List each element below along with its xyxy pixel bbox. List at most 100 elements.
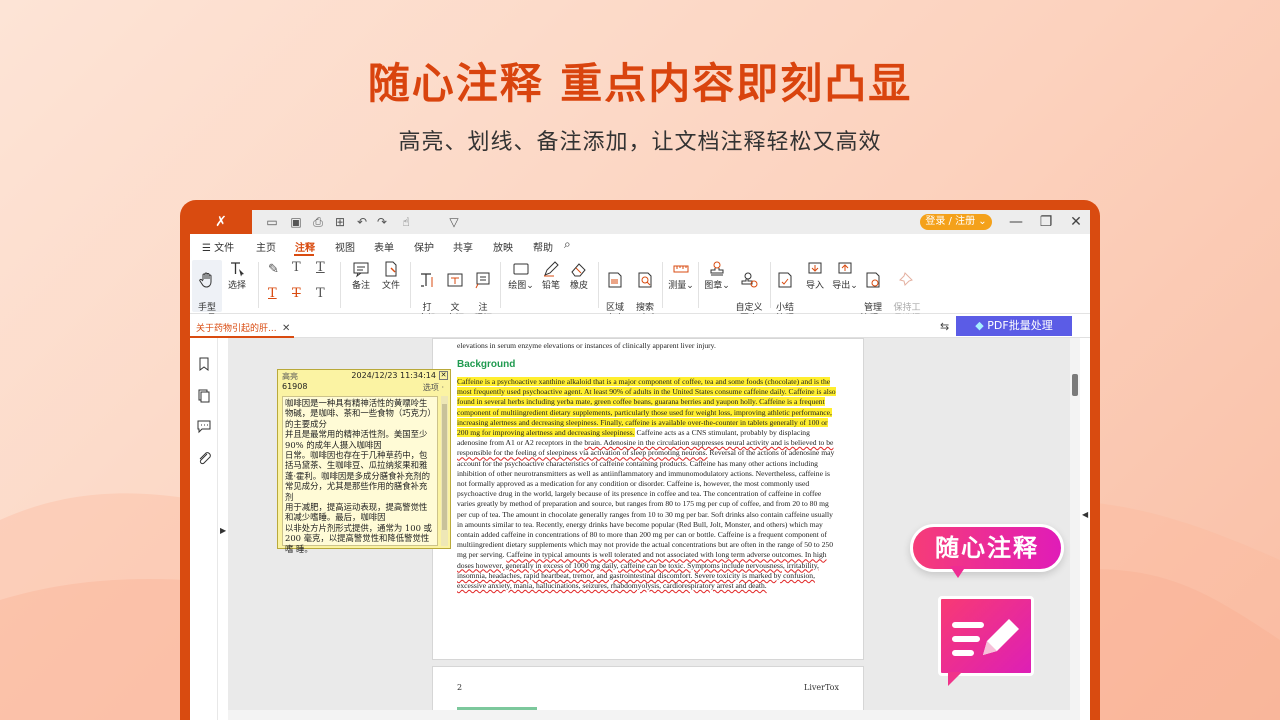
select-button[interactable]: 选择 — [222, 260, 252, 292]
print-icon[interactable]: ⎙ — [310, 214, 326, 230]
measure-button[interactable]: 测量⌄ — [666, 260, 696, 292]
open-folder-icon[interactable]: ▭ — [264, 214, 280, 230]
menu-view[interactable]: 视图 — [335, 239, 355, 254]
attachment-icon[interactable] — [196, 450, 212, 466]
note-icon — [352, 260, 370, 278]
vertical-scrollbar[interactable] — [1070, 338, 1080, 720]
import-label: 导入 — [806, 281, 824, 291]
stamp-button[interactable]: 图章⌄ — [702, 260, 732, 292]
import-icon — [806, 260, 824, 278]
text-squiggly-icon[interactable]: T — [268, 286, 277, 301]
hand-tool-button[interactable]: 手型 工具 — [192, 260, 222, 312]
note-author: 61908 — [282, 382, 307, 391]
redo-icon[interactable]: ↷ — [374, 214, 390, 230]
save-icon[interactable]: ▣ — [288, 214, 304, 230]
manage-icon — [864, 271, 882, 289]
measure-label: 测量 — [668, 281, 686, 291]
export-button[interactable]: 导出⌄ — [830, 260, 860, 292]
layout-toggle-icon[interactable]: ⇆ — [940, 320, 949, 333]
page-journal: LiverTox — [804, 683, 839, 692]
menu-form[interactable]: 表单 — [374, 239, 394, 254]
pages-icon[interactable] — [196, 388, 212, 404]
note-scroll-thumb[interactable] — [442, 404, 447, 530]
draw-button[interactable]: 绘图⌄ — [506, 260, 536, 292]
ribbon-separator — [500, 262, 501, 308]
note-button[interactable]: 备注 — [346, 260, 376, 292]
search-highlight-icon — [636, 271, 654, 289]
doc-body[interactable]: Caffeine is a psychoactive xanthine alka… — [457, 377, 837, 657]
bookmark-icon[interactable] — [196, 356, 212, 372]
menu-share[interactable]: 共享 — [453, 239, 473, 254]
textbox-icon — [446, 271, 464, 289]
menu-annotate[interactable]: 注释 — [295, 239, 315, 254]
note-body[interactable]: 咖啡因是一种具有精神活性的黄嘌呤生物碱，是咖啡、茶和一些食物（巧克力）的主要成分… — [282, 396, 438, 546]
eraser-button[interactable]: 橡皮 — [564, 260, 594, 292]
text-strikeout-icon[interactable]: T — [292, 286, 301, 301]
import-button[interactable]: 导入 — [800, 260, 830, 292]
text-highlight-icon[interactable]: T — [292, 260, 301, 275]
typewriter-icon — [418, 271, 436, 289]
file-attach-icon — [382, 260, 400, 278]
hero-subline: 高亮、划线、备注添加，让文档注释轻松又高效 — [0, 124, 1280, 156]
title-bar: ✗ ▭ ▣ ⎙ ⊞ ↶ ↷ ☝ ▽ 登录 / 注册 ⌄ — ❐ ✕ — [190, 210, 1090, 234]
text-replace-icon[interactable]: T — [316, 286, 325, 301]
document-tab-strip: 关于药物引起的肝... ✕ ⇆ ◆ PDF批量处理 — [190, 314, 1090, 338]
left-sidebar — [190, 338, 218, 720]
minimize-icon[interactable]: — — [1006, 212, 1026, 232]
comments-icon[interactable] — [196, 418, 212, 434]
menu-home[interactable]: 主页 — [256, 239, 276, 254]
stamp-label: 图章 — [704, 281, 722, 291]
stamp-icon — [708, 260, 726, 278]
close-window-icon[interactable]: ✕ — [1066, 212, 1086, 232]
new-file-icon[interactable]: ⊞ — [332, 214, 348, 230]
callout-icon — [474, 271, 492, 289]
ribbon-separator — [410, 262, 411, 308]
app-logo-icon[interactable]: ✗ — [190, 210, 252, 234]
menu-file[interactable]: ☰ 文件 — [202, 239, 234, 254]
hero-headline: 随心注释 重点内容即刻凸显 — [0, 50, 1280, 111]
pencil-button[interactable]: 铅笔 — [536, 260, 566, 292]
text-underline-icon[interactable]: T — [316, 260, 325, 275]
horizontal-scrollbar[interactable] — [228, 710, 1070, 720]
export-label: 导出 — [832, 281, 850, 291]
menu-protect[interactable]: 保护 — [414, 239, 434, 254]
customize-dropdown-icon[interactable]: ▽ — [446, 214, 462, 230]
file-label: 文件 — [382, 281, 400, 291]
note-type: 高亮 — [282, 371, 298, 382]
expand-panel-icon[interactable]: ▶ — [220, 526, 226, 535]
pencil-label: 铅笔 — [542, 281, 560, 291]
summary-icon — [776, 271, 794, 289]
batch-icon: ◆ — [975, 319, 987, 332]
annotate-feature-icon — [938, 596, 1034, 676]
note-scrollbar[interactable] — [441, 396, 448, 546]
note-label: 备注 — [352, 281, 370, 291]
select-text-icon — [228, 260, 246, 278]
annotation-note-popup[interactable]: 高亮 2024/12/23 11:34:14 ✕ 61908 选项 · 咖啡因是… — [277, 369, 451, 549]
note-options[interactable]: 选项 · — [423, 382, 444, 393]
document-tab[interactable]: 关于药物引起的肝... — [190, 320, 294, 338]
annotate-badge: 随心注释 — [910, 524, 1064, 572]
cursor-mode-icon[interactable]: ☝ — [398, 214, 414, 230]
ribbon-separator — [598, 262, 599, 308]
doc-heading: Background — [457, 359, 515, 370]
undo-icon[interactable]: ↶ — [354, 214, 370, 230]
collapse-right-panel-icon[interactable]: ◀ — [1082, 510, 1088, 519]
custom-stamp-icon — [740, 271, 758, 289]
note-close-icon[interactable]: ✕ — [439, 371, 448, 380]
pdf-batch-button[interactable]: ◆ PDF批量处理 — [956, 316, 1072, 336]
file-attach-button[interactable]: 文件 — [376, 260, 406, 292]
edit-lines-icon — [941, 599, 1031, 673]
shape-draw-icon — [512, 260, 530, 278]
menu-present[interactable]: 放映 — [493, 239, 513, 254]
underlined-passage[interactable]: Caffeine in typical amounts is well tole… — [457, 550, 827, 590]
restore-icon[interactable]: ❐ — [1036, 212, 1056, 232]
search-icon[interactable]: ⌕ — [564, 237, 571, 252]
close-tab-icon[interactable]: ✕ — [282, 320, 290, 338]
select-label: 选择 — [228, 281, 246, 291]
ribbon-separator — [698, 262, 699, 308]
login-button[interactable]: 登录 / 注册 ⌄ — [920, 214, 992, 230]
menu-help[interactable]: 帮助 — [533, 239, 553, 254]
area-highlight-icon — [606, 271, 624, 289]
scroll-thumb[interactable] — [1072, 374, 1078, 396]
highlight-pen-icon[interactable]: ✎ — [268, 262, 279, 277]
